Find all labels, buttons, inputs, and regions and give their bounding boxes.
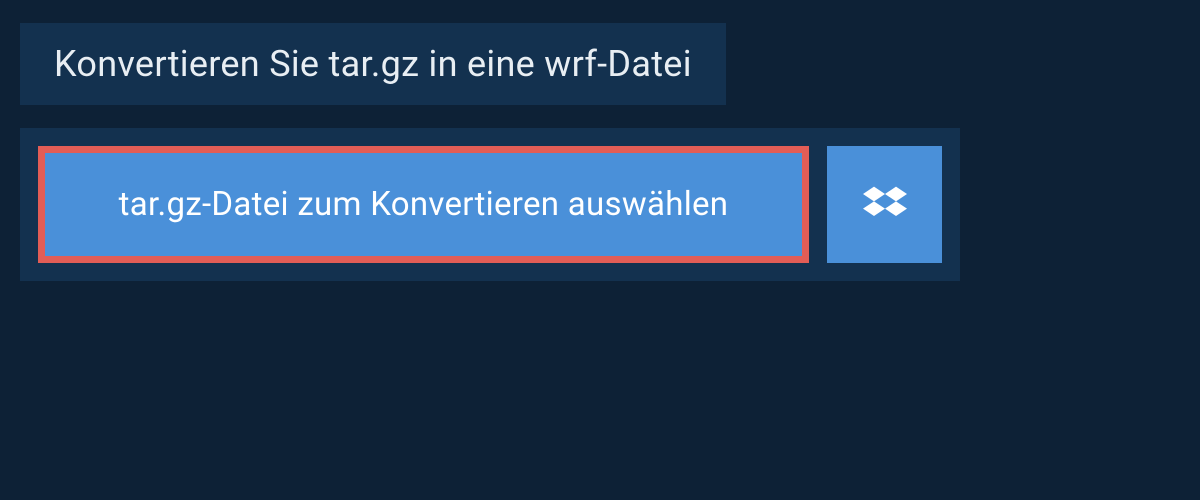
select-file-label: tar.gz-Datei zum Konvertieren auswählen — [119, 185, 729, 224]
header-tab: Konvertieren Sie tar.gz in eine wrf-Date… — [20, 23, 726, 105]
page-title: Konvertieren Sie tar.gz in eine wrf-Date… — [54, 43, 692, 85]
upload-panel: tar.gz-Datei zum Konvertieren auswählen — [20, 128, 960, 281]
select-file-button[interactable]: tar.gz-Datei zum Konvertieren auswählen — [38, 146, 809, 263]
dropbox-icon — [863, 183, 907, 227]
dropbox-button[interactable] — [827, 146, 942, 263]
